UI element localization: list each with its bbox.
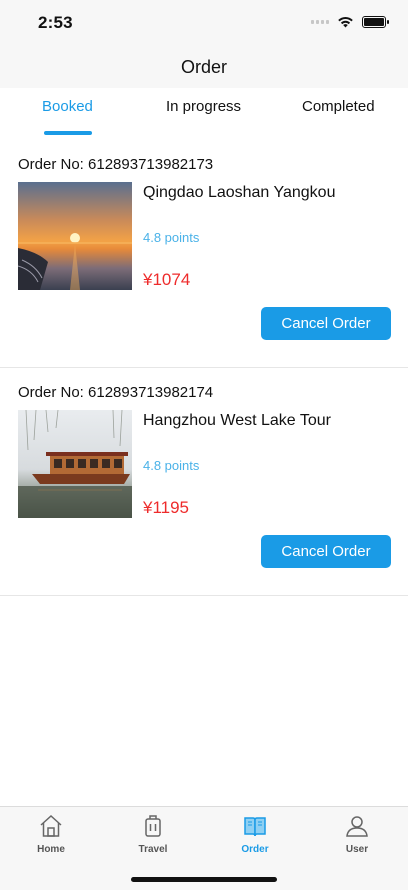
tabbar-label: Travel: [138, 844, 168, 855]
status-bar: 2:53: [0, 0, 408, 46]
tabbar-item-travel[interactable]: Travel: [113, 813, 193, 855]
order-rating: 4.8 points: [143, 458, 200, 473]
tabbar-label: Order: [241, 844, 269, 855]
order-title: Hangzhou West Lake Tour: [143, 412, 331, 429]
order-number: Order No: 612893713982173: [18, 156, 214, 173]
home-icon: [40, 814, 62, 837]
order-thumbnail: [18, 182, 132, 290]
order-card: Order No: 612893713982173 Qingdao Laosha…: [0, 140, 408, 368]
tabbar-label: Home: [37, 844, 65, 855]
user-icon: [346, 816, 368, 837]
order-tabs: Booked In progress Completed: [0, 88, 408, 140]
status-icons: [311, 16, 389, 28]
order-price: ¥1195: [143, 498, 190, 517]
home-indicator: [131, 877, 277, 882]
book-icon: [244, 817, 266, 837]
page-title: Order: [180, 56, 227, 77]
battery-icon: [362, 16, 389, 28]
west-lake-boat-image: [18, 410, 132, 518]
order-number: Order No: 612893713982174: [18, 384, 214, 401]
nav-bar: Order: [0, 46, 408, 88]
order-rating: 4.8 points: [143, 230, 200, 245]
order-card: Order No: 612893713982174 Hangzhou West …: [0, 368, 408, 596]
sunset-sea-image: [18, 182, 132, 290]
order-title: Qingdao Laoshan Yangkou: [143, 184, 336, 201]
cancel-order-button[interactable]: Cancel Order: [261, 307, 391, 340]
luggage-icon: [145, 815, 161, 837]
cellular-signal-icon: [311, 20, 329, 24]
order-thumbnail: [18, 410, 132, 518]
status-time: 2:53: [38, 13, 73, 32]
tabbar-item-user[interactable]: User: [317, 813, 397, 855]
cancel-order-button[interactable]: Cancel Order: [261, 535, 391, 568]
tab-completed[interactable]: Completed: [302, 98, 375, 115]
order-price: ¥1074: [143, 270, 191, 289]
tabbar-item-home[interactable]: Home: [11, 813, 91, 855]
wifi-icon: [338, 16, 353, 28]
tab-booked[interactable]: Booked: [42, 98, 93, 115]
tab-in-progress[interactable]: In progress: [166, 98, 241, 115]
tabbar-label: User: [345, 844, 369, 855]
tabbar-item-order[interactable]: Order: [215, 813, 295, 855]
active-tab-indicator: [44, 131, 92, 135]
